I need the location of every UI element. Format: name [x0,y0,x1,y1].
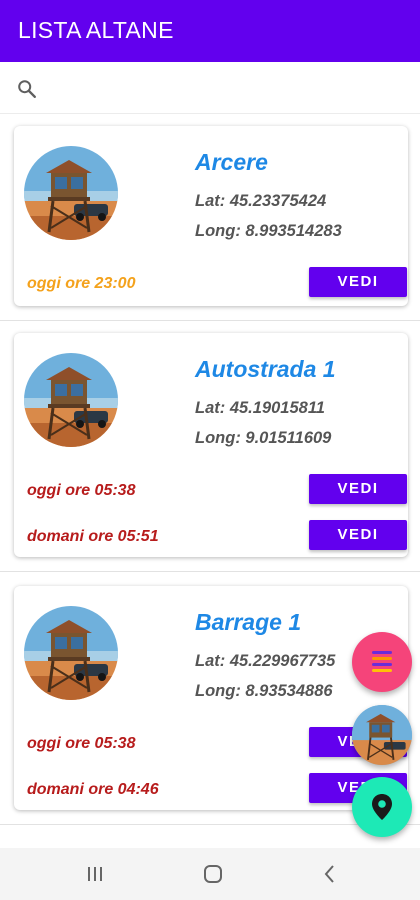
menu-fab[interactable] [352,632,412,692]
list-item: Arcere Lat: 45.23375424 Long: 8.99351428… [14,126,408,306]
map-fab[interactable] [352,777,412,837]
longitude-text: Long: 8.93534886 [195,682,333,700]
watchtower-avatar [24,353,118,447]
schedule-time: oggi ore 23:00 [27,275,136,292]
back-icon[interactable] [318,862,342,886]
vedi-button[interactable]: VEDI [309,474,407,504]
divider [0,320,420,321]
menu-icon [372,651,392,672]
place-name: Arcere [195,149,268,175]
latitude-text: Lat: 45.229967735 [195,652,336,670]
home-icon[interactable] [201,862,225,886]
longitude-text: Long: 9.01511609 [195,429,332,447]
schedule-time: oggi ore 05:38 [27,735,136,752]
vedi-button[interactable]: VEDI [309,520,407,550]
search-icon[interactable] [16,78,38,100]
page-title: LISTA ALTANE [18,17,174,43]
app-screen: LISTA ALTANE Arcere Lat: 45.23375424 Lon… [0,0,420,900]
place-name: Autostrada 1 [195,356,336,382]
list-item: Autostrada 1 Lat: 45.19015811 Long: 9.01… [14,333,408,557]
watchtower-avatar [24,606,118,700]
app-bar: LISTA ALTANE [0,0,420,62]
vedi-button[interactable]: VEDI [309,267,407,297]
schedule-time: oggi ore 05:38 [27,482,136,499]
schedule-time: domani ore 04:46 [27,781,159,798]
latitude-text: Lat: 45.23375424 [195,192,327,210]
recents-icon[interactable] [83,862,107,886]
watchtower-avatar-fab[interactable] [352,705,412,765]
map-pin-icon [372,794,392,820]
longitude-text: Long: 8.993514283 [195,222,342,240]
schedule-time: domani ore 05:51 [27,528,159,545]
list-item: Barrage 1 Lat: 45.229967735 Long: 8.9353… [14,586,408,810]
place-name: Barrage 1 [195,609,302,635]
divider [0,571,420,572]
watchtower-avatar [24,146,118,240]
search-bar[interactable] [0,62,420,114]
latitude-text: Lat: 45.19015811 [195,399,325,417]
watchtower-avatar [352,705,412,765]
system-nav-bar [0,848,420,900]
